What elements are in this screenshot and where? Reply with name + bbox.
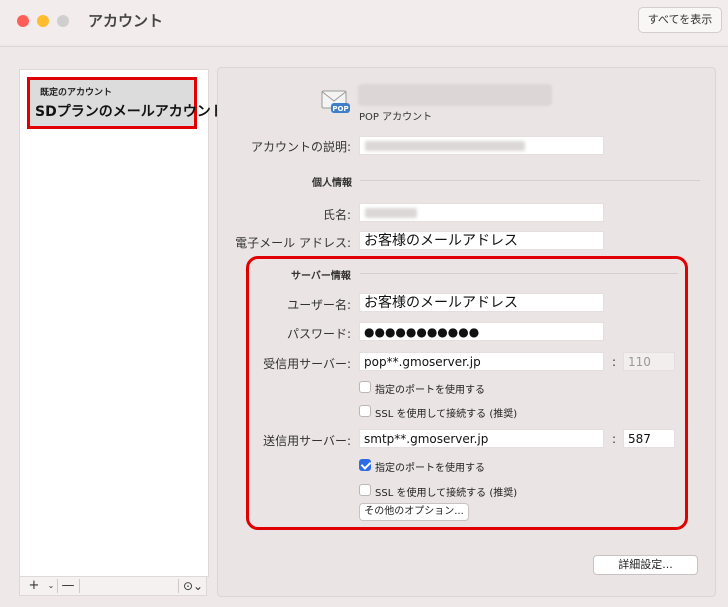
username-label: ユーザー名: — [287, 298, 351, 312]
remove-account-button[interactable]: — — [58, 577, 78, 595]
personal-info-heading: 個人情報 — [312, 178, 352, 189]
server-info-heading: サーバー情報 — [291, 271, 351, 282]
outgoing-port-field[interactable]: 587 — [623, 429, 675, 448]
toolbar-divider — [79, 579, 80, 593]
more-actions-button[interactable]: ⊙⌄ — [180, 577, 206, 595]
title-divider — [0, 46, 728, 47]
port-separator: : — [612, 432, 617, 446]
show-all-button[interactable]: すべてを表示 — [638, 7, 722, 33]
incoming-custom-port-checkbox[interactable] — [359, 381, 371, 393]
redacted-text — [365, 141, 525, 151]
title-bar: アカウント すべてを表示 — [0, 0, 728, 44]
close-window-button[interactable] — [17, 15, 29, 27]
incoming-custom-port-label: 指定のポートを使用する — [375, 385, 485, 396]
svg-text:POP: POP — [332, 105, 348, 113]
incoming-ssl-label: SSL を使用して接続する (推奨) — [375, 409, 518, 420]
section-divider — [360, 180, 700, 181]
account-type-label: POP アカウント — [359, 112, 433, 123]
redacted-text — [365, 208, 417, 218]
account-list: 既定のアカウント SDプランのメールアカウント — [19, 69, 225, 577]
full-name-field[interactable] — [359, 203, 604, 222]
zoom-window-button[interactable] — [57, 15, 69, 27]
password-label: パスワード: — [286, 327, 351, 341]
incoming-port-field: 110 — [623, 352, 675, 371]
description-label: アカウントの説明: — [250, 140, 351, 154]
email-label: 電子メール アドレス: — [235, 236, 351, 250]
incoming-server-label: 受信用サーバー: — [263, 357, 351, 371]
password-field[interactable]: ●●●●●●●●●●● — [359, 322, 604, 341]
pop-mail-icon: POP — [321, 90, 350, 113]
advanced-settings-button[interactable]: 詳細設定... — [593, 555, 698, 575]
username-field[interactable]: お客様のメールアドレス — [359, 293, 604, 312]
full-name-label: 氏名: — [322, 208, 351, 222]
minimize-window-button[interactable] — [37, 15, 49, 27]
incoming-server-field[interactable]: pop**.gmoserver.jp — [359, 352, 604, 371]
account-list-item[interactable]: 既定のアカウント SDプランのメールアカウント — [27, 77, 225, 129]
more-options-button[interactable]: その他のオプション... — [359, 503, 469, 521]
add-account-button[interactable]: + — [22, 577, 46, 595]
port-separator: : — [612, 355, 617, 369]
outgoing-ssl-checkbox[interactable] — [359, 484, 371, 496]
outgoing-custom-port-label: 指定のポートを使用する — [375, 463, 485, 474]
outgoing-server-field[interactable]: smtp**.gmoserver.jp — [359, 429, 604, 448]
description-field[interactable] — [359, 136, 604, 155]
account-name: SDプランのメールアカウント — [35, 104, 225, 120]
account-list-toolbar: + ⌄ — ⊙⌄ — [19, 576, 207, 596]
incoming-ssl-checkbox[interactable] — [359, 405, 371, 417]
outgoing-ssl-label: SSL を使用して接続する (推奨) — [375, 488, 518, 499]
outgoing-custom-port-checkbox[interactable] — [359, 459, 371, 471]
window-title: アカウント — [88, 12, 164, 30]
account-info-panel: POP POP アカウント アカウントの説明: 個人情報 氏名: 電子メール ア… — [217, 67, 716, 597]
section-divider — [360, 273, 678, 274]
outgoing-server-label: 送信用サーバー: — [263, 434, 351, 448]
email-field[interactable]: お客様のメールアドレス — [359, 231, 604, 250]
chevron-down-icon[interactable]: ⌄ — [46, 577, 56, 595]
account-default-label: 既定のアカウント — [40, 88, 113, 98]
toolbar-divider — [178, 579, 179, 593]
account-name-redacted — [358, 84, 552, 106]
